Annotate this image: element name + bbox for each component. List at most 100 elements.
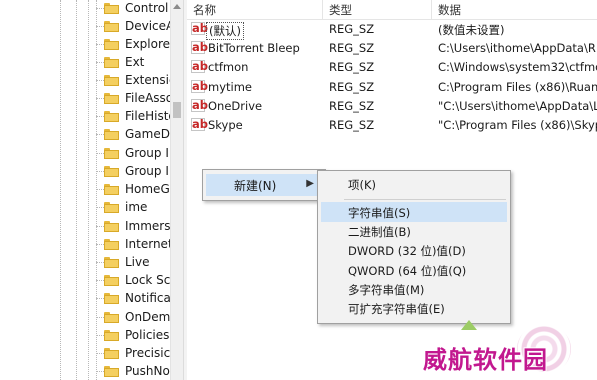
tree-item-ime[interactable]: ime [96,198,147,216]
table-row[interactable]: ab ctfmon REG_SZ C:\Windows\system32\ctf… [187,58,597,77]
folder-icon [104,274,119,286]
value-name: OneDrive [208,99,263,113]
new-submenu: 项(K) 字符串值(S) 二进制值(B) DWORD (32 位)值(D) QW… [317,170,511,324]
watermark-text: 威航软件园 [423,345,548,374]
tree-item-fileasso[interactable]: FileAsso [96,89,170,107]
menu-item-key[interactable]: 项(K) [321,174,507,194]
tree-scrollbar[interactable] [170,0,183,380]
menu-item-new-label: 新建(N) [234,179,277,193]
folder-icon [104,329,119,341]
folder-icon [104,365,119,377]
value-type: REG_SZ [329,60,375,74]
table-row[interactable]: ab mytime REG_SZ C:\Program Files (x86)\… [187,78,597,97]
table-row[interactable]: ab OneDrive REG_SZ "C:\Users\ithome\AppD… [187,97,597,116]
menu-item-binary-value[interactable]: 二进制值(B) [321,221,507,241]
tree-guide-line [88,0,89,380]
folder-icon [104,74,119,86]
site-watermark: 威航软件园 [405,318,595,378]
folder-icon [104,347,119,359]
tree-item-ondem[interactable]: OnDem [96,308,170,326]
folder-icon [104,165,119,177]
value-type: REG_SZ [329,80,375,94]
column-separator[interactable] [431,0,432,19]
tree-item-internet[interactable]: Internet [96,235,170,253]
string-value-icon: ab [191,117,208,131]
tree-item-immers[interactable]: Immers [96,217,170,235]
value-data: (数值未设置) [438,23,505,37]
folder-icon [104,147,119,159]
folder-icon [104,38,119,50]
folder-icon [104,56,119,68]
column-header-type[interactable]: 类型 [329,2,352,18]
tree-item-extensic[interactable]: Extensic [96,71,170,89]
tree-item-policies[interactable]: Policies [96,326,169,344]
value-data: C:\Users\ithome\AppData\R [438,41,596,55]
value-type: REG_SZ [329,118,375,132]
folder-icon [104,92,119,104]
column-header-name[interactable]: 名称 [193,2,216,18]
context-menu: 新建(N) ▶ [202,169,326,201]
menu-item-multi-string-value[interactable]: 多字符串值(M) [321,279,507,299]
tree-item-gamed[interactable]: GameD [96,125,170,143]
menu-item-qword-value[interactable]: QWORD (64 位)值(Q) [321,260,507,280]
folder-icon [104,2,119,14]
registry-key-tree[interactable]: Control DeviceA Explore Ext Extensic Fil… [0,0,170,380]
value-name: ctfmon [208,60,249,74]
table-row[interactable]: ab (默认) REG_SZ (数值未设置) [187,20,597,40]
column-header-bar: 名称 类型 数据 [187,0,597,20]
string-value-icon: ab [191,79,208,93]
folder-icon [104,292,119,304]
tree-item-notifica[interactable]: Notifica [96,289,170,307]
string-value-icon: ab [191,59,208,73]
scroll-thumb[interactable] [173,102,181,118]
tree-item-pushno[interactable]: PushNo [96,362,170,380]
menu-separator [344,199,506,200]
value-name: (默认) [206,22,244,40]
folder-icon [104,20,119,32]
menu-item-expandable-string-value[interactable]: 可扩充字符串值(E) [321,298,507,318]
string-value-icon: ab [191,40,208,54]
folder-icon [104,311,119,323]
string-value-icon: ab [191,98,208,112]
tree-item-precisic[interactable]: Precisic [96,344,170,362]
value-name: BitTorrent Bleep [208,41,300,55]
folder-icon [104,201,119,213]
value-name: Skype [208,118,243,132]
folder-icon [104,220,119,232]
menu-item-new[interactable]: 新建(N) ▶ [206,174,322,196]
value-data: C:\Windows\system32\ctfmo [438,60,597,74]
value-name: mytime [208,80,252,94]
tree-guide-line [96,0,97,380]
tree-item-lock-sc[interactable]: Lock Sc [96,271,170,289]
menu-item-dword-value[interactable]: DWORD (32 位)值(D) [321,240,507,260]
value-type: REG_SZ [329,99,375,113]
tree-item-ext[interactable]: Ext [96,53,144,71]
watermark-triangle-icon [461,320,477,330]
value-data: "C:\Program Files (x86)\Skyp [438,118,597,132]
tree-item-live[interactable]: Live [96,253,150,271]
column-header-data[interactable]: 数据 [438,2,461,18]
folder-icon [104,183,119,195]
table-row[interactable]: ab Skype REG_SZ "C:\Program Files (x86)\… [187,116,597,135]
folder-icon [104,256,119,268]
value-data: "C:\Users\ithome\AppData\L [438,99,597,113]
folder-icon [104,238,119,250]
value-type: REG_SZ [329,41,375,55]
tree-item-homeg[interactable]: HomeG [96,180,170,198]
string-value-icon: ab [191,21,208,35]
tree-item-group-1[interactable]: Group I [96,144,169,162]
menu-item-string-value[interactable]: 字符串值(S) [321,202,507,222]
tree-item-control[interactable]: Control [96,0,168,17]
tree-item-filehisto[interactable]: FileHisto [96,107,170,125]
value-data: C:\Program Files (x86)\Ruan [438,80,597,94]
folder-icon [104,128,119,140]
tree-item-devicea[interactable]: DeviceA [96,17,170,35]
column-separator[interactable] [322,0,323,19]
scroll-up-arrow-icon[interactable] [173,4,181,9]
table-row[interactable]: ab BitTorrent Bleep REG_SZ C:\Users\itho… [187,39,597,58]
tree-guide-line [60,0,61,380]
tree-guide-line [76,0,77,380]
submenu-arrow-icon: ▶ [306,178,314,189]
tree-item-group-2[interactable]: Group I [96,162,169,180]
tree-item-explore[interactable]: Explore [96,35,170,53]
